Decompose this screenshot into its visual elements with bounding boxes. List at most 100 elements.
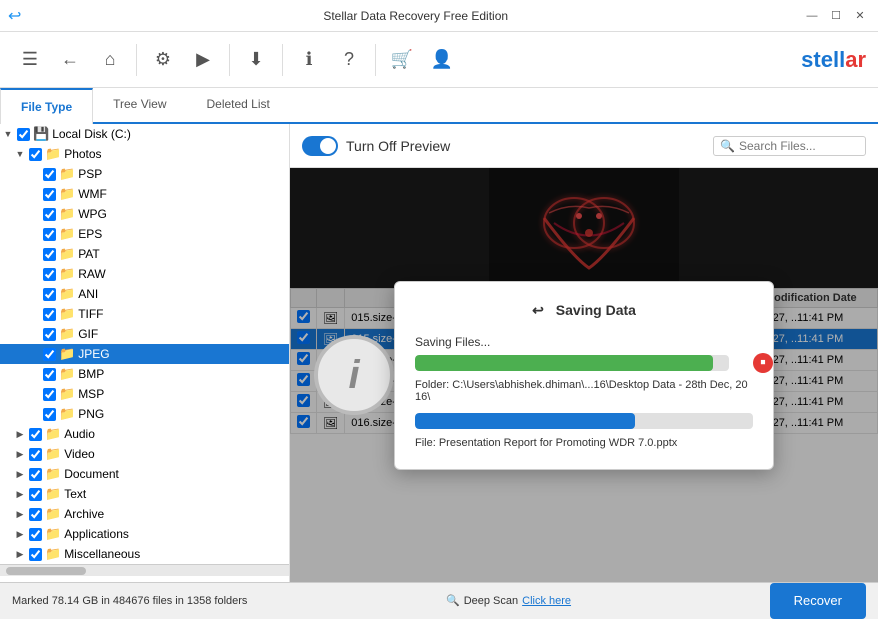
folder-icon-tiff: 📁 (59, 306, 75, 322)
info-button[interactable]: ℹ (291, 42, 327, 78)
search-icon: 🔍 (720, 139, 735, 153)
checkbox-pat[interactable] (43, 248, 56, 261)
ani-label: ANI (78, 287, 98, 301)
checkbox-archive[interactable] (29, 508, 42, 521)
saving-files-label: Saving Files... (415, 335, 753, 349)
tree-archive[interactable]: ▶ 📁 Archive (0, 504, 289, 524)
folder-path-text: Folder: C:\Users\abhishek.dhiman\...16\D… (415, 379, 753, 403)
document-label: Document (64, 467, 119, 481)
menu-button[interactable]: ☰ (12, 42, 48, 78)
folder-icon-document: 📁 (45, 466, 61, 482)
checkbox-video[interactable] (29, 448, 42, 461)
tree-bmp[interactable]: 📁 BMP (0, 364, 289, 384)
app-icon: ↩ (8, 6, 21, 26)
tree-eps[interactable]: 📁 EPS (0, 224, 289, 244)
tree-pat[interactable]: 📁 PAT (0, 244, 289, 264)
tree-raw[interactable]: 📁 RAW (0, 264, 289, 284)
click-here-link[interactable]: Click here (522, 595, 571, 607)
checkbox-gif[interactable] (43, 328, 56, 341)
tree-psp[interactable]: 📁 PSP (0, 164, 289, 184)
checkbox-tiff[interactable] (43, 308, 56, 321)
cart-button[interactable]: 🛒 (384, 42, 420, 78)
tree-applications[interactable]: ▶ 📁 Applications (0, 524, 289, 544)
tree-audio[interactable]: ▶ 📁 Audio (0, 424, 289, 444)
folder-icon-wmf: 📁 (59, 186, 75, 202)
saving-dialog: ↩ Saving Data Saving Files... ⏹ Folder: … (394, 281, 774, 470)
tree-photos[interactable]: ▼ 📁 Photos (0, 144, 289, 164)
tree-tiff[interactable]: 📁 TIFF (0, 304, 289, 324)
progress-fill-1 (415, 355, 713, 371)
checkbox-eps[interactable] (43, 228, 56, 241)
raw-label: RAW (78, 267, 106, 281)
tab-deleted-list[interactable]: Deleted List (186, 86, 289, 122)
horizontal-scrollbar[interactable] (0, 564, 289, 576)
expand-arrow-photos: ▼ (14, 149, 26, 159)
user-icon: 👤 (431, 49, 453, 70)
help-icon: ? (344, 49, 354, 70)
minimize-button[interactable]: — (802, 6, 822, 26)
checkbox-miscellaneous[interactable] (29, 548, 42, 561)
checkbox-msp[interactable] (43, 388, 56, 401)
toolbar: ☰ ← ⌂ ⚙ ▶ ⬇ ℹ ? 🛒 👤 stellar (0, 32, 878, 88)
tree-jpeg[interactable]: 📁 JPEG (0, 344, 289, 364)
checkbox-wpg[interactable] (43, 208, 56, 221)
tab-tree-view[interactable]: Tree View (93, 86, 186, 122)
close-button[interactable]: ✕ (850, 6, 870, 26)
checkbox-text[interactable] (29, 488, 42, 501)
checkbox-bmp[interactable] (43, 368, 56, 381)
tab-deleted-list-label: Deleted List (206, 97, 269, 111)
play-button[interactable]: ▶ (185, 42, 221, 78)
tree-msp[interactable]: 📁 MSP (0, 384, 289, 404)
recover-button[interactable]: Recover (770, 583, 866, 619)
checkbox-document[interactable] (29, 468, 42, 481)
tree-miscellaneous[interactable]: ▶ 📁 Miscellaneous (0, 544, 289, 564)
tree-ani[interactable]: 📁 ANI (0, 284, 289, 304)
miscellaneous-label: Miscellaneous (64, 547, 140, 561)
expand-arrow-video: ▶ (14, 449, 26, 460)
tree-wmf[interactable]: 📁 WMF (0, 184, 289, 204)
folder-icon-raw: 📁 (59, 266, 75, 282)
folder-icon-eps: 📁 (59, 226, 75, 242)
tab-file-type[interactable]: File Type (0, 88, 93, 124)
tree-text[interactable]: ▶ 📁 Text (0, 484, 289, 504)
checkbox-photos[interactable] (29, 148, 42, 161)
tree-document[interactable]: ▶ 📁 Document (0, 464, 289, 484)
checkbox-audio[interactable] (29, 428, 42, 441)
dialog-back-icon[interactable]: ↩ (532, 302, 544, 319)
tab-tree-view-label: Tree View (113, 97, 166, 111)
tree-wpg[interactable]: 📁 WPG (0, 204, 289, 224)
user-button[interactable]: 👤 (424, 42, 460, 78)
checkbox-wmf[interactable] (43, 188, 56, 201)
folder-icon-wpg: 📁 (59, 206, 75, 222)
gif-label: GIF (78, 327, 98, 341)
tree-png[interactable]: 📁 PNG (0, 404, 289, 424)
download-button[interactable]: ⬇ (238, 42, 274, 78)
main-area: ▼ 💾 Local Disk (C:) ▼ 📁 Photos 📁 PSP 📁 W… (0, 124, 878, 582)
checkbox-root[interactable] (17, 128, 30, 141)
tree-video[interactable]: ▶ 📁 Video (0, 444, 289, 464)
checkbox-psp[interactable] (43, 168, 56, 181)
tree-root[interactable]: ▼ 💾 Local Disk (C:) (0, 124, 289, 144)
settings-button[interactable]: ⚙ (145, 42, 181, 78)
expand-arrow-applications: ▶ (14, 529, 26, 540)
checkbox-raw[interactable] (43, 268, 56, 281)
maximize-button[interactable]: ☐ (826, 6, 846, 26)
checkbox-png[interactable] (43, 408, 56, 421)
cart-icon: 🛒 (391, 49, 413, 70)
checkbox-applications[interactable] (29, 528, 42, 541)
tree-gif[interactable]: 📁 GIF (0, 324, 289, 344)
app-logo: stellar (801, 47, 866, 73)
search-input[interactable] (739, 139, 859, 153)
back-button[interactable]: ← (52, 42, 88, 78)
checkbox-jpeg[interactable] (43, 348, 56, 361)
preview-toggle[interactable] (302, 136, 338, 156)
expand-arrow-root: ▼ (2, 129, 14, 139)
help-button[interactable]: ? (331, 42, 367, 78)
eps-label: EPS (78, 227, 102, 241)
download-icon: ⬇ (248, 49, 263, 70)
folder-icon-miscellaneous: 📁 (45, 546, 61, 562)
checkbox-ani[interactable] (43, 288, 56, 301)
home-button[interactable]: ⌂ (92, 42, 128, 78)
stop-button[interactable]: ⏹ (753, 353, 773, 373)
scrollbar-thumb[interactable] (6, 567, 86, 575)
